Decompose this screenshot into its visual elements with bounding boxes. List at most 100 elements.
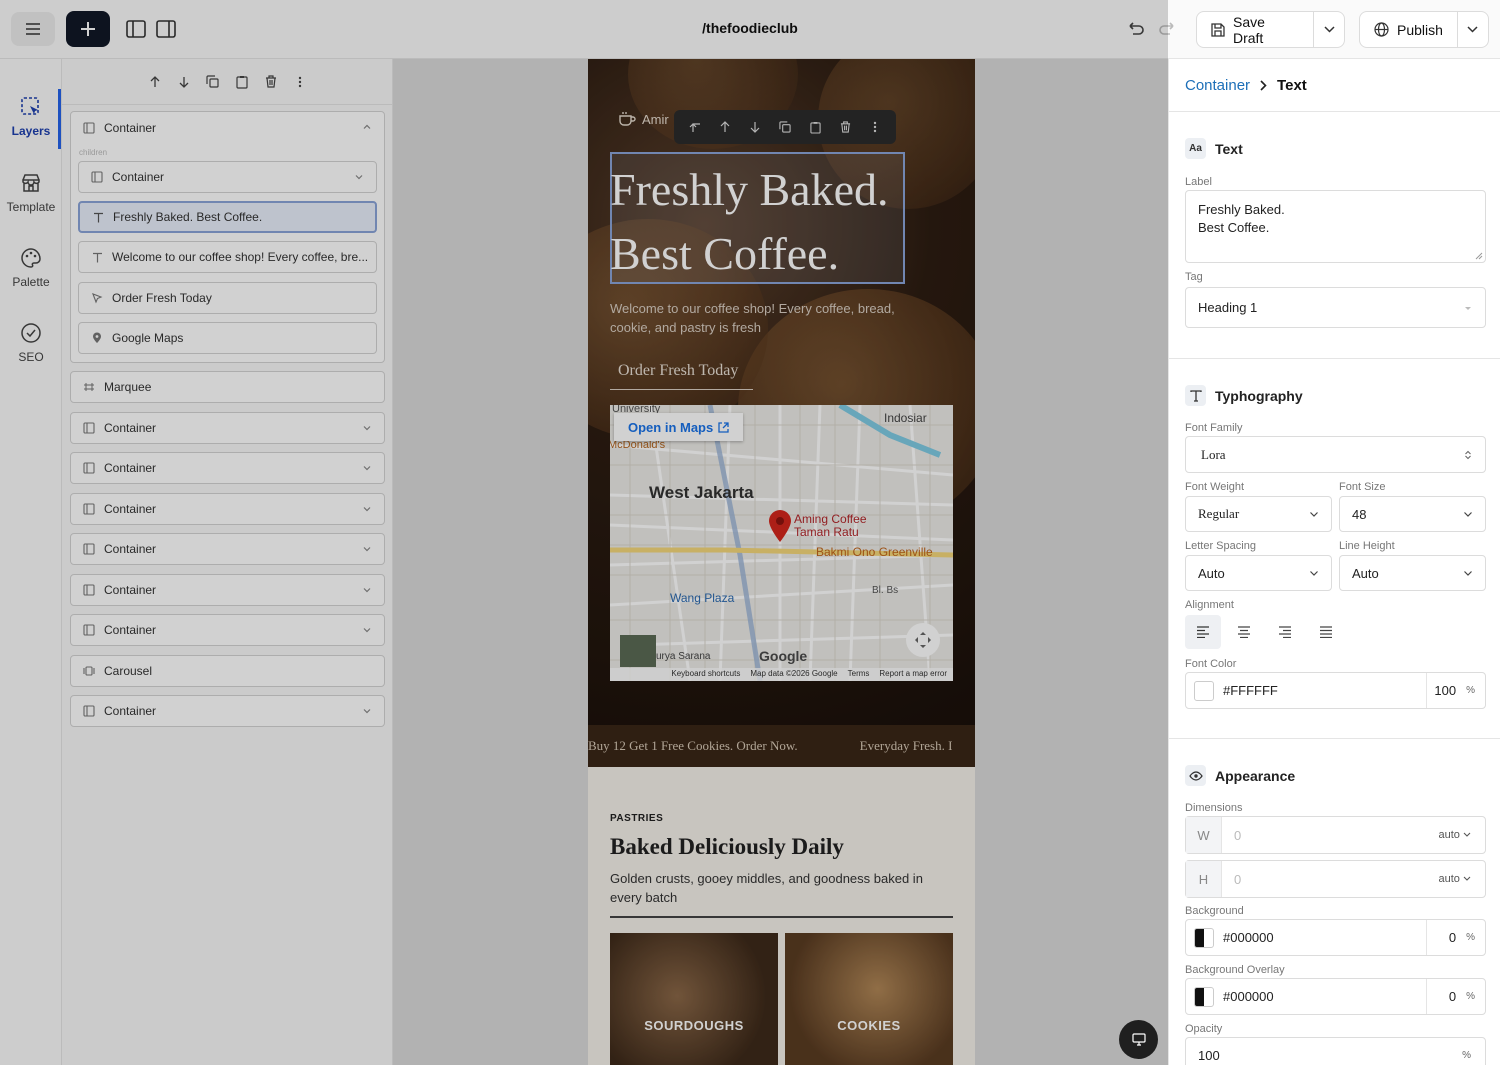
layer-carousel[interactable]: Carousel [70, 655, 385, 687]
opacity-value: 0 [1448, 930, 1457, 945]
left-panel-toggle-icon[interactable] [125, 18, 147, 40]
background-opacity[interactable]: 0 % [1426, 920, 1485, 955]
alignment-group [1185, 615, 1344, 649]
chevron-down-icon[interactable] [362, 423, 372, 433]
site-logo[interactable]: Amir [618, 111, 669, 127]
move-down-icon[interactable] [748, 120, 762, 134]
letter-spacing-select[interactable]: Auto [1185, 555, 1332, 591]
google-map[interactable]: University McDonald's Indosiar West Jaka… [610, 405, 953, 681]
hero-heading[interactable]: Freshly Baked. Best Coffee. [610, 158, 930, 286]
open-in-maps-link[interactable]: Open in Maps [614, 413, 744, 441]
align-left-button[interactable] [1185, 615, 1221, 649]
layer-child-map[interactable]: Google Maps [78, 322, 377, 354]
redo-icon[interactable] [1157, 18, 1179, 40]
chevron-down-icon[interactable] [362, 706, 372, 716]
move-up-icon[interactable] [718, 120, 732, 134]
layer-container[interactable]: Container [70, 574, 385, 606]
more-options-icon[interactable] [292, 74, 308, 90]
chevron-down-icon[interactable] [362, 504, 372, 514]
background-color-field[interactable]: #000000 0 % [1185, 919, 1486, 956]
move-down-icon[interactable] [176, 74, 192, 90]
map-marker-icon[interactable] [768, 509, 792, 543]
font-family-select[interactable]: Lora [1185, 436, 1486, 473]
terms-link[interactable]: Terms [848, 669, 870, 681]
chevron-down-icon[interactable] [354, 172, 364, 182]
select-parent-icon[interactable] [688, 120, 702, 134]
marquee-bar[interactable]: Buy 12 Get 1 Free Cookies. Order Now. Ev… [588, 725, 975, 767]
save-draft-button[interactable]: Save Draft [1197, 12, 1315, 47]
font-color-value: #FFFFFF [1223, 683, 1278, 698]
order-button[interactable]: Order Fresh Today [610, 358, 753, 390]
report-map-error-link[interactable]: Report a map error [879, 669, 947, 681]
layer-container[interactable]: Container [70, 452, 385, 484]
tag-select[interactable]: Heading 1 [1185, 287, 1486, 328]
layer-container[interactable]: Container [70, 614, 385, 646]
height-unit-select[interactable]: auto [1439, 873, 1485, 885]
rail-palette[interactable]: Palette [0, 247, 62, 289]
rail-seo[interactable]: SEO [0, 322, 62, 364]
font-color-field[interactable]: #FFFFFF 100 % [1185, 672, 1486, 709]
device-preview-button[interactable] [1119, 1020, 1158, 1059]
publish-options-dropdown[interactable] [1458, 12, 1488, 47]
rail-layers[interactable]: Layers [0, 96, 62, 138]
overlay-opacity[interactable]: 0 % [1426, 979, 1485, 1014]
paste-icon[interactable] [808, 120, 822, 134]
label-textarea[interactable]: Freshly Baked. Best Coffee. [1185, 190, 1486, 263]
rail-template[interactable]: Template [0, 172, 62, 214]
height-field[interactable]: H 0 auto [1185, 860, 1486, 898]
menu-button[interactable] [11, 12, 55, 46]
chevron-down-icon[interactable] [362, 544, 372, 554]
layer-root-container[interactable]: Container [71, 112, 384, 144]
layer-container[interactable]: Container [70, 533, 385, 565]
paste-icon[interactable] [234, 74, 250, 90]
layer-container[interactable]: Container [70, 412, 385, 444]
color-swatch[interactable] [1194, 680, 1214, 701]
publish-button[interactable]: Publish [1360, 12, 1458, 47]
align-center-button[interactable] [1226, 615, 1262, 649]
map-place[interactable]: Aming Coffee Taman Ratu [794, 513, 867, 539]
duplicate-icon[interactable] [778, 120, 792, 134]
layer-container[interactable]: Container [70, 695, 385, 727]
font-size-select[interactable]: 48 [1339, 496, 1486, 532]
layer-container[interactable]: Container [70, 493, 385, 525]
typography-section-title: Typhography [1185, 385, 1303, 406]
width-field[interactable]: W 0 auto [1185, 816, 1486, 854]
layer-marquee[interactable]: Marquee [70, 371, 385, 403]
more-options-icon[interactable] [868, 120, 882, 134]
width-unit-select[interactable]: auto [1439, 829, 1485, 841]
layer-child-container[interactable]: Container [78, 161, 377, 193]
undo-icon[interactable] [1124, 18, 1146, 40]
chevron-down-icon[interactable] [362, 625, 372, 635]
chevron-down-icon[interactable] [362, 585, 372, 595]
font-color-opacity[interactable]: 100 % [1426, 673, 1485, 708]
delete-icon[interactable] [263, 74, 279, 90]
background-overlay-field[interactable]: #000000 0 % [1185, 978, 1486, 1015]
font-weight-select[interactable]: Regular [1185, 496, 1332, 532]
width-value: 0 [1234, 827, 1242, 843]
chevron-up-icon[interactable] [362, 122, 372, 132]
add-element-button[interactable] [66, 11, 110, 47]
category-card-sourdoughs[interactable]: SOURDOUGHS [610, 933, 778, 1065]
color-swatch[interactable] [1194, 986, 1214, 1007]
keyboard-shortcuts-link[interactable]: Keyboard shortcuts [671, 669, 740, 681]
layer-child-heading-selected[interactable]: Freshly Baked. Best Coffee. [78, 201, 377, 233]
layer-child-paragraph[interactable]: Welcome to our coffee shop! Every coffee… [78, 241, 377, 273]
hero-section[interactable]: Amir Freshly Baked. Best Coffee. Welcome… [588, 59, 975, 725]
resize-handle-icon[interactable] [1475, 252, 1483, 260]
duplicate-icon[interactable] [205, 74, 221, 90]
opacity-field[interactable]: 100 % [1185, 1037, 1486, 1065]
layer-child-button[interactable]: Order Fresh Today [78, 282, 377, 314]
chevron-down-icon[interactable] [362, 463, 372, 473]
move-up-icon[interactable] [147, 74, 163, 90]
category-card-cookies[interactable]: COOKIES [785, 933, 953, 1065]
breadcrumb-container[interactable]: Container [1185, 77, 1250, 94]
color-swatch[interactable] [1194, 927, 1214, 948]
hero-intro[interactable]: Welcome to our coffee shop! Every coffee… [610, 299, 920, 337]
align-right-button[interactable] [1267, 615, 1303, 649]
save-options-dropdown[interactable] [1314, 12, 1344, 47]
delete-icon[interactable] [838, 120, 852, 134]
line-height-select[interactable]: Auto [1339, 555, 1486, 591]
align-justify-button[interactable] [1308, 615, 1344, 649]
fullscreen-button[interactable] [906, 623, 940, 657]
right-panel-toggle-icon[interactable] [155, 18, 177, 40]
